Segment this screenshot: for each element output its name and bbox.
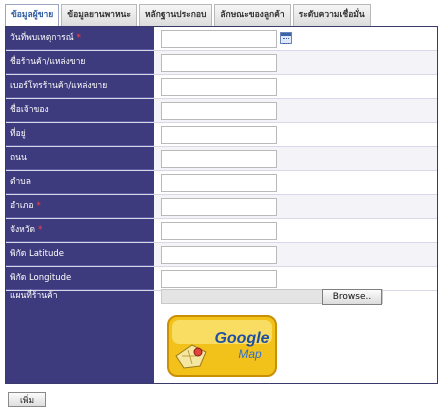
incident-date-input[interactable] xyxy=(161,30,277,48)
form-row-shop-name: ชื่อร้านค้า/แหล่งขาย xyxy=(6,51,437,75)
field-label: เบอร์โทรร้านค้า/แหล่งขาย xyxy=(6,75,154,98)
tab-customer-characteristics[interactable]: ลักษณะของลูกค้า xyxy=(214,4,291,26)
field-label: ที่อยู่ xyxy=(6,123,154,146)
field-cell xyxy=(154,75,437,98)
google-map-icon[interactable]: Google Map xyxy=(162,312,282,380)
calendar-icon[interactable] xyxy=(280,32,292,44)
road-input[interactable] xyxy=(161,150,277,168)
field-cell xyxy=(154,171,437,194)
label-text: อำเภอ xyxy=(10,201,34,211)
latitude-input[interactable] xyxy=(161,246,277,264)
tab-evidence[interactable]: หลักฐานประกอบ xyxy=(138,4,213,26)
shop-name-input[interactable] xyxy=(161,54,277,72)
address-input[interactable] xyxy=(161,126,277,144)
form-row-shop-map: แผนที่ร้านค้า Browse.. Google Map xyxy=(6,286,437,383)
form-row-owner-name: ชื่อเจ้าของ xyxy=(6,99,437,123)
field-cell xyxy=(154,147,437,170)
district-input[interactable] xyxy=(161,198,277,216)
form-row-province: จังหวัด * xyxy=(6,219,437,243)
shop-phone-input[interactable] xyxy=(161,78,277,96)
field-cell xyxy=(154,27,437,50)
form-row-latitude: พิกัด Latitude xyxy=(6,243,437,267)
seller-info-form: วันที่พบเหตุการณ์ * ชื่อร้านค้า/แหล่งขาย … xyxy=(5,26,438,384)
subdistrict-input[interactable] xyxy=(161,174,277,192)
add-button[interactable]: เพิ่ม xyxy=(8,392,46,407)
field-cell xyxy=(154,219,437,242)
field-label: ชื่อร้านค้า/แหล่งขาย xyxy=(6,51,154,74)
required-mark: * xyxy=(76,33,81,43)
owner-name-input[interactable] xyxy=(161,102,277,120)
field-cell xyxy=(154,123,437,146)
field-cell xyxy=(154,195,437,218)
tab-bar: ข้อมูลผู้ขาย ข้อมูลยานพาหนะ หลักฐานประกอ… xyxy=(5,4,373,27)
tab-vehicle-info[interactable]: ข้อมูลยานพาหนะ xyxy=(61,4,137,26)
field-label: ถนน xyxy=(6,147,154,170)
field-cell xyxy=(154,243,437,266)
google-map-logo-subword: Map xyxy=(238,347,262,361)
province-input[interactable] xyxy=(161,222,277,240)
field-label: ตำบล xyxy=(6,171,154,194)
form-row-incident-date: วันที่พบเหตุการณ์ * xyxy=(6,27,437,51)
field-label: พิกัด Latitude xyxy=(6,243,154,266)
required-mark: * xyxy=(36,201,41,211)
form-row-subdistrict: ตำบล xyxy=(6,171,437,195)
label-text: จังหวัด xyxy=(10,225,36,235)
form-row-address: ที่อยู่ xyxy=(6,123,437,147)
tab-confidence-level[interactable]: ระดับความเชื่อมั่น xyxy=(292,4,371,26)
field-label: วันที่พบเหตุการณ์ * xyxy=(6,27,154,50)
field-cell xyxy=(154,51,437,74)
field-cell xyxy=(154,99,437,122)
form-row-district: อำเภอ * xyxy=(6,195,437,219)
tab-seller-info[interactable]: ข้อมูลผู้ขาย xyxy=(5,4,60,27)
google-map-logo-word: Google xyxy=(214,330,269,347)
required-mark: * xyxy=(38,225,43,235)
field-label: แผนที่ร้านค้า xyxy=(10,291,58,301)
label-text: วันที่พบเหตุการณ์ xyxy=(10,33,74,43)
form-row-shop-phone: เบอร์โทรร้านค้า/แหล่งขาย xyxy=(6,75,437,99)
browse-button[interactable]: Browse.. xyxy=(322,289,382,305)
form-row-road: ถนน xyxy=(6,147,437,171)
field-label: จังหวัด * xyxy=(6,219,154,242)
field-label: อำเภอ * xyxy=(6,195,154,218)
field-label: ชื่อเจ้าของ xyxy=(6,99,154,122)
